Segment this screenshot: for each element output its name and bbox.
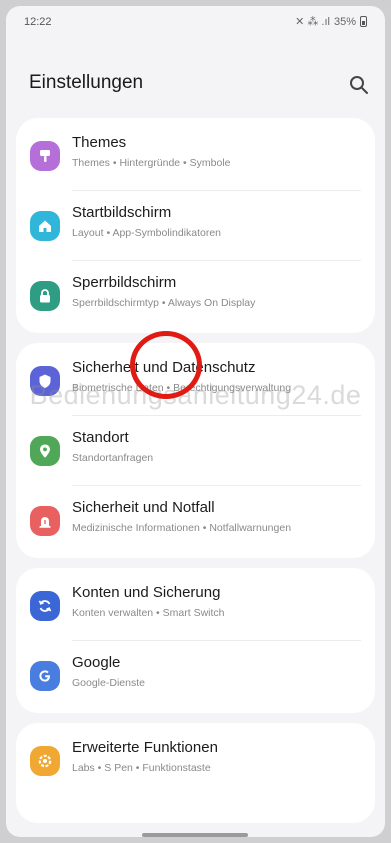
settings-item-advanced-features[interactable]: Erweiterte Funktionen Labs • S Pen • Fun… <box>16 726 375 796</box>
themes-brush-icon <box>30 141 60 171</box>
home-icon <box>30 211 60 241</box>
lock-icon <box>30 281 60 311</box>
settings-group-personalization: Themes Themes • Hintergründe • Symbole S… <box>16 118 375 333</box>
battery-percent: 35% <box>333 15 356 28</box>
settings-item-label: Standort <box>72 429 129 446</box>
shield-icon <box>30 366 60 396</box>
settings-item-label: Startbildschirm <box>72 204 172 221</box>
settings-item-subtitle: Biometrische Daten • Berechtigungsverwal… <box>72 382 292 394</box>
settings-item-google[interactable]: Google Google-Dienste <box>16 641 375 711</box>
settings-item-label: Sicherheit und Notfall <box>72 499 215 516</box>
page-header: Einstellungen <box>6 62 385 106</box>
settings-item-lock-screen[interactable]: Sperrbildschirm Sperrbildschirmtyp • Alw… <box>16 261 375 331</box>
settings-item-label: Themes <box>72 134 127 151</box>
settings-item-subtitle: Labs • S Pen • Funktionstaste <box>72 762 211 774</box>
home-indicator[interactable] <box>142 833 248 837</box>
settings-item-subtitle: Standortanfragen <box>72 452 154 464</box>
settings-item-subtitle: Sperrbildschirmtyp • Always On Display <box>72 297 256 309</box>
settings-item-subtitle: Google-Dienste <box>72 677 145 689</box>
search-icon[interactable] <box>347 73 371 97</box>
settings-item-label: Sicherheit und Datenschutz <box>72 359 256 376</box>
settings-item-subtitle: Layout • App-Symbolindikatoren <box>72 227 222 239</box>
gear-plus-icon <box>30 746 60 776</box>
settings-item-subtitle: Konten verwalten • Smart Switch <box>72 607 225 619</box>
settings-group-advanced: Erweiterte Funktionen Labs • S Pen • Fun… <box>16 723 375 823</box>
emergency-icon <box>30 506 60 536</box>
settings-item-subtitle: Themes • Hintergründe • Symbole <box>72 157 231 169</box>
settings-item-label: Konten und Sicherung <box>72 584 221 601</box>
settings-item-location[interactable]: Standort Standortanfragen <box>16 416 375 486</box>
settings-item-safety-emergency[interactable]: Sicherheit und Notfall Medizinische Info… <box>16 486 375 556</box>
status-time: 12:22 <box>24 16 52 28</box>
settings-group-accounts: Konten und Sicherung Konten verwalten • … <box>16 568 375 713</box>
page-title: Einstellungen <box>29 72 144 93</box>
battery-icon <box>360 16 367 27</box>
settings-item-label: Google <box>72 654 121 671</box>
status-bar: 12:22 ✕ ⁂ .ıl 35% <box>6 6 385 34</box>
settings-item-label: Sperrbildschirm <box>72 274 177 291</box>
status-indicators: ✕ ⁂ .ıl 35% <box>295 15 367 28</box>
google-icon <box>30 661 60 691</box>
signal-icons: ✕ ⁂ .ıl <box>295 16 330 28</box>
settings-item-themes[interactable]: Themes Themes • Hintergründe • Symbole <box>16 121 375 191</box>
settings-item-subtitle: Medizinische Informationen • Notfallwarn… <box>72 522 292 534</box>
settings-item-home-screen[interactable]: Startbildschirm Layout • App-Symbolindik… <box>16 191 375 261</box>
location-pin-icon <box>30 436 60 466</box>
settings-item-label: Erweiterte Funktionen <box>72 739 218 756</box>
settings-item-security-privacy[interactable]: Sicherheit und Datenschutz Biometrische … <box>16 346 375 416</box>
phone-screen: 12:22 ✕ ⁂ .ıl 35% Einstellungen Themes T… <box>6 6 385 837</box>
settings-item-accounts-backup[interactable]: Konten und Sicherung Konten verwalten • … <box>16 571 375 641</box>
settings-group-security: Sicherheit und Datenschutz Biometrische … <box>16 343 375 558</box>
sync-icon <box>30 591 60 621</box>
